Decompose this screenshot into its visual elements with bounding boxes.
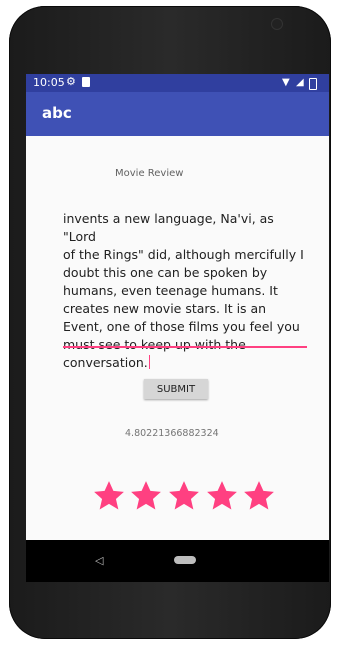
review-line: invents a new language, Na'vi, as "Lord	[63, 211, 274, 244]
text-cursor	[148, 355, 150, 369]
movie-review-label: Movie Review	[115, 168, 184, 179]
phone-sensor	[271, 18, 283, 30]
review-line: Event, one of those films you feel you	[63, 319, 300, 334]
home-icon[interactable]	[174, 556, 196, 564]
status-time: 10:05	[33, 76, 65, 89]
review-line: of the Rings" did, although mercifully I	[63, 247, 304, 262]
review-line: doubt this one can be spoken by	[63, 265, 268, 280]
star-icon[interactable]	[205, 479, 239, 513]
rating-bar[interactable]	[92, 479, 276, 515]
star-icon[interactable]	[167, 479, 201, 513]
app-title: abc	[42, 104, 72, 122]
star-icon[interactable]	[129, 479, 163, 513]
gear-icon: ⚙	[66, 75, 76, 88]
wifi-icon: ▼	[282, 77, 290, 88]
review-last-line: conversation.	[63, 354, 308, 372]
signal-icon: ◢	[296, 77, 304, 88]
battery-icon	[309, 78, 317, 90]
device-screen: 10:05 ⚙ ▼ ◢ abc Movie Review invents a n…	[26, 74, 329, 582]
status-bar: 10:05 ⚙ ▼ ◢	[26, 74, 329, 92]
back-icon[interactable]: ◁	[95, 554, 103, 567]
phone-frame: 10:05 ⚙ ▼ ◢ abc Movie Review invents a n…	[9, 6, 331, 639]
star-icon[interactable]	[242, 479, 276, 513]
app-toolbar: abc	[26, 92, 329, 136]
star-icon[interactable]	[92, 479, 126, 513]
sentiment-score: 4.80221366882324	[125, 428, 219, 439]
navigation-bar: ◁	[26, 540, 329, 582]
review-line: conversation.	[63, 355, 148, 370]
review-line: creates new movie stars. It is an	[63, 301, 267, 316]
review-line: must see to keep up with the	[63, 337, 246, 352]
review-line: humans, even teenage humans. It	[63, 283, 278, 298]
review-input-underline	[63, 346, 307, 348]
sd-card-icon	[82, 77, 90, 87]
submit-button[interactable]: SUBMIT	[144, 379, 208, 399]
